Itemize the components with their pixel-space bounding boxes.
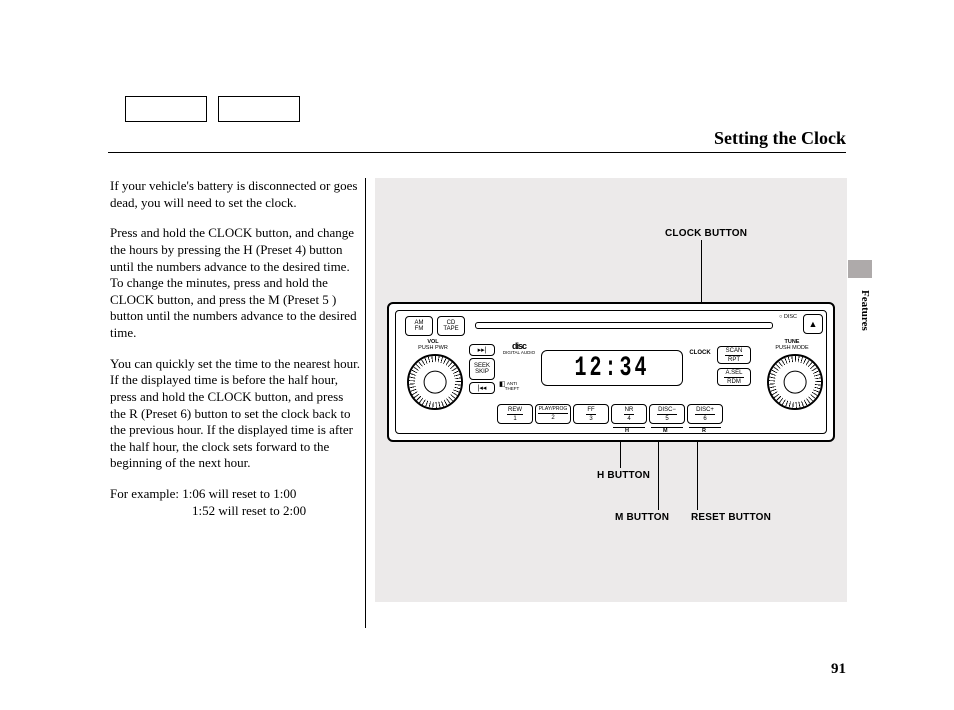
cd-logo: disc DIGITAL AUDIO <box>501 342 537 356</box>
seek-skip-button[interactable]: SEEKSKIP <box>469 358 495 380</box>
paragraph-3: You can quickly set the time to the near… <box>110 356 360 472</box>
clock-label: CLOCK <box>685 350 715 356</box>
leader-m <box>658 430 659 510</box>
callout-clock-button: CLOCK BUTTON <box>665 228 747 239</box>
am-fm-button[interactable]: AM FM <box>405 316 433 336</box>
preset-4-button[interactable]: NR4 <box>611 404 647 424</box>
page-title: Setting the Clock <box>714 128 846 149</box>
clock-display: 12:34 <box>541 350 683 386</box>
page-number: 91 <box>831 661 846 678</box>
paragraph-1: If your vehicle's battery is disconnecte… <box>110 178 360 211</box>
seek-prev-button[interactable]: |◂◂ <box>469 382 495 394</box>
example-lead: For example: <box>110 486 179 501</box>
vol-sub-label: PUSH PWR <box>409 346 457 352</box>
section-tab-label: Features <box>859 290 871 331</box>
paragraph-2: Press and hold the CLOCK button, and cha… <box>110 225 360 341</box>
callout-h-button: H BUTTON <box>597 470 650 481</box>
blank-field-2 <box>218 96 300 122</box>
radio-faceplate: AM FM CD TAPE ○ DISC ▲ VOL PUSH PWR ▸▸| … <box>387 302 835 442</box>
leader-reset <box>697 430 698 510</box>
title-rule <box>108 152 846 153</box>
example-block: For example: 1:06 will reset to 1:00 1:5… <box>110 486 360 519</box>
preset-5-button[interactable]: DISC−5 <box>649 404 685 424</box>
preset-2-button[interactable]: PLAY/PROG2 <box>535 404 571 424</box>
seek-next-button[interactable]: ▸▸| <box>469 344 495 356</box>
cd-tape-button[interactable]: CD TAPE <box>437 316 465 336</box>
m-sub-label: M <box>663 429 668 435</box>
eject-button[interactable]: ▲ <box>803 314 823 334</box>
preset-6-button[interactable]: DISC+6 <box>687 404 723 424</box>
preset-1-button[interactable]: REW1 <box>497 404 533 424</box>
body-text-column: If your vehicle's battery is disconnecte… <box>110 178 360 533</box>
callout-reset-button: RESET BUTTON <box>691 512 771 523</box>
preset-3-button[interactable]: FF3 <box>573 404 609 424</box>
r-sub-label: R <box>702 429 706 435</box>
section-tab-block <box>848 260 872 278</box>
h-underline <box>613 427 645 428</box>
example-line-1: 1:06 will reset to 1:00 <box>182 486 296 501</box>
tune-sub-label: PUSH MODE <box>763 346 821 352</box>
clock-time-value: 12:34 <box>574 352 649 384</box>
column-divider <box>365 178 366 628</box>
scan-rpt-button[interactable]: SCANRPT <box>717 346 751 364</box>
radio-figure-panel: CLOCK BUTTON H BUTTON M BUTTON RESET BUT… <box>375 178 847 602</box>
blank-field-1 <box>125 96 207 122</box>
disc-indicator-label: ○ DISC <box>777 315 799 321</box>
example-line-2: 1:52 will reset to 2:00 <box>110 503 360 520</box>
tune-knob[interactable] <box>767 354 823 410</box>
cd-slot[interactable] <box>475 322 773 329</box>
h-sub-label: H <box>625 429 629 435</box>
volume-knob[interactable] <box>407 354 463 410</box>
callout-m-button: M BUTTON <box>615 512 669 523</box>
asel-rdm-button[interactable]: A.SELRDM <box>717 368 751 386</box>
